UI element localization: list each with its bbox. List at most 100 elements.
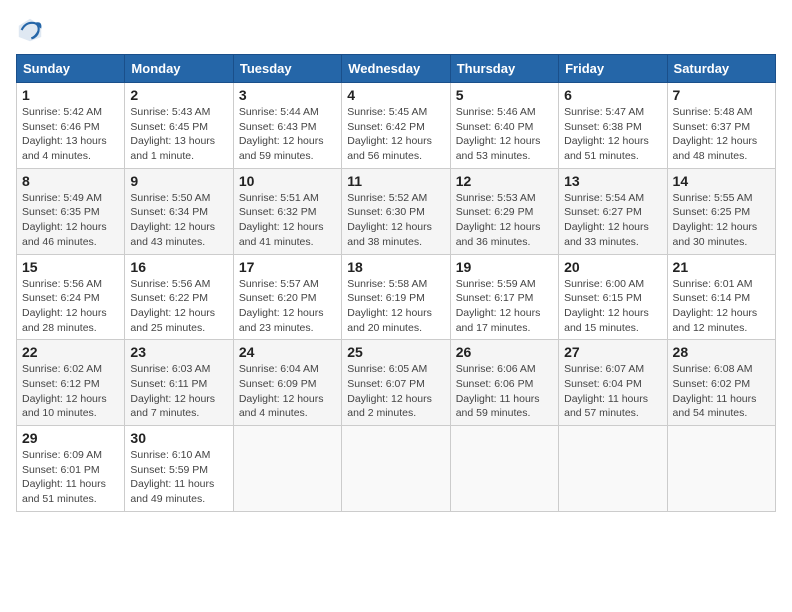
calendar-cell (342, 426, 450, 512)
calendar-table: SundayMondayTuesdayWednesdayThursdayFrid… (16, 54, 776, 512)
day-number: 23 (130, 344, 227, 360)
calendar-cell: 24Sunrise: 6:04 AM Sunset: 6:09 PM Dayli… (233, 340, 341, 426)
day-number: 12 (456, 173, 553, 189)
day-number: 4 (347, 87, 444, 103)
logo (16, 16, 48, 44)
calendar-cell: 11 Sunrise: 5:52 AM Sunset: 6:30 PM Dayli… (342, 168, 450, 254)
day-detail: Sunrise: 5:52 AM Sunset: 6:30 PM Dayligh… (347, 191, 444, 250)
day-number: 5 (456, 87, 553, 103)
day-number: 6 (564, 87, 661, 103)
day-number: 3 (239, 87, 336, 103)
day-number: 11 (347, 173, 444, 189)
calendar-cell: 25 Sunrise: 6:05 AM Sunset: 6:07 PM Dayli… (342, 340, 450, 426)
day-number: 8 (22, 173, 119, 189)
day-detail: Sunrise: 5:56 AM Sunset: 6:24 PM Dayligh… (22, 277, 119, 336)
calendar-cell: 14Sunrise: 5:55 AM Sunset: 6:25 PM Dayli… (667, 168, 775, 254)
day-number: 10 (239, 173, 336, 189)
calendar-cell: 1 Sunrise: 5:42 AM Sunset: 6:46 PM Daylig… (17, 83, 125, 169)
day-number: 14 (673, 173, 770, 189)
day-number: 25 (347, 344, 444, 360)
day-number: 7 (673, 87, 770, 103)
column-header-saturday: Saturday (667, 55, 775, 83)
calendar-week-4: 22 Sunrise: 6:02 AM Sunset: 6:12 PM Dayli… (17, 340, 776, 426)
day-detail: Sunrise: 5:43 AM Sunset: 6:45 PM Dayligh… (130, 105, 227, 164)
day-number: 27 (564, 344, 661, 360)
logo-icon (16, 16, 44, 44)
day-detail: Sunrise: 5:42 AM Sunset: 6:46 PM Dayligh… (22, 105, 119, 164)
day-detail: Sunrise: 6:02 AM Sunset: 6:12 PM Dayligh… (22, 362, 119, 421)
day-detail: Sunrise: 6:03 AM Sunset: 6:11 PM Dayligh… (130, 362, 227, 421)
day-detail: Sunrise: 6:06 AM Sunset: 6:06 PM Dayligh… (456, 362, 553, 421)
day-detail: Sunrise: 6:07 AM Sunset: 6:04 PM Dayligh… (564, 362, 661, 421)
calendar-cell: 18 Sunrise: 5:58 AM Sunset: 6:19 PM Dayli… (342, 254, 450, 340)
calendar-cell: 19 Sunrise: 5:59 AM Sunset: 6:17 PM Dayli… (450, 254, 558, 340)
column-header-thursday: Thursday (450, 55, 558, 83)
calendar-week-5: 29 Sunrise: 6:09 AM Sunset: 6:01 PM Dayli… (17, 426, 776, 512)
day-detail: Sunrise: 6:09 AM Sunset: 6:01 PM Dayligh… (22, 448, 119, 507)
day-detail: Sunrise: 5:59 AM Sunset: 6:17 PM Dayligh… (456, 277, 553, 336)
day-detail: Sunrise: 5:58 AM Sunset: 6:19 PM Dayligh… (347, 277, 444, 336)
day-detail: Sunrise: 5:54 AM Sunset: 6:27 PM Dayligh… (564, 191, 661, 250)
calendar-cell (667, 426, 775, 512)
calendar-cell: 30 Sunrise: 6:10 AM Sunset: 5:59 PM Dayli… (125, 426, 233, 512)
column-header-tuesday: Tuesday (233, 55, 341, 83)
day-number: 26 (456, 344, 553, 360)
calendar-cell: 9Sunrise: 5:50 AM Sunset: 6:34 PM Daylig… (125, 168, 233, 254)
day-detail: Sunrise: 6:10 AM Sunset: 5:59 PM Dayligh… (130, 448, 227, 507)
column-header-friday: Friday (559, 55, 667, 83)
calendar-week-2: 8Sunrise: 5:49 AM Sunset: 6:35 PM Daylig… (17, 168, 776, 254)
day-number: 22 (22, 344, 119, 360)
day-detail: Sunrise: 6:08 AM Sunset: 6:02 PM Dayligh… (673, 362, 770, 421)
day-detail: Sunrise: 5:48 AM Sunset: 6:37 PM Dayligh… (673, 105, 770, 164)
day-detail: Sunrise: 5:47 AM Sunset: 6:38 PM Dayligh… (564, 105, 661, 164)
day-detail: Sunrise: 5:46 AM Sunset: 6:40 PM Dayligh… (456, 105, 553, 164)
day-detail: Sunrise: 5:53 AM Sunset: 6:29 PM Dayligh… (456, 191, 553, 250)
day-number: 30 (130, 430, 227, 446)
calendar-cell: 27 Sunrise: 6:07 AM Sunset: 6:04 PM Dayli… (559, 340, 667, 426)
calendar-cell (559, 426, 667, 512)
day-detail: Sunrise: 6:00 AM Sunset: 6:15 PM Dayligh… (564, 277, 661, 336)
calendar-cell: 28 Sunrise: 6:08 AM Sunset: 6:02 PM Dayli… (667, 340, 775, 426)
day-detail: Sunrise: 5:57 AM Sunset: 6:20 PM Dayligh… (239, 277, 336, 336)
calendar-cell: 3 Sunrise: 5:44 AM Sunset: 6:43 PM Daylig… (233, 83, 341, 169)
calendar-cell: 21 Sunrise: 6:01 AM Sunset: 6:14 PM Dayli… (667, 254, 775, 340)
day-number: 17 (239, 259, 336, 275)
day-number: 29 (22, 430, 119, 446)
calendar-header-row: SundayMondayTuesdayWednesdayThursdayFrid… (17, 55, 776, 83)
calendar-cell (233, 426, 341, 512)
calendar-cell: 13Sunrise: 5:54 AM Sunset: 6:27 PM Dayli… (559, 168, 667, 254)
calendar-cell (450, 426, 558, 512)
page-header (16, 16, 776, 44)
day-detail: Sunrise: 5:44 AM Sunset: 6:43 PM Dayligh… (239, 105, 336, 164)
calendar-cell: 23 Sunrise: 6:03 AM Sunset: 6:11 PM Dayli… (125, 340, 233, 426)
day-detail: Sunrise: 5:51 AM Sunset: 6:32 PM Dayligh… (239, 191, 336, 250)
day-number: 16 (130, 259, 227, 275)
day-number: 2 (130, 87, 227, 103)
calendar-week-1: 1 Sunrise: 5:42 AM Sunset: 6:46 PM Daylig… (17, 83, 776, 169)
calendar-cell: 10 Sunrise: 5:51 AM Sunset: 6:32 PM Dayli… (233, 168, 341, 254)
calendar-cell: 7 Sunrise: 5:48 AM Sunset: 6:37 PM Daylig… (667, 83, 775, 169)
day-number: 21 (673, 259, 770, 275)
day-number: 18 (347, 259, 444, 275)
calendar-cell: 8Sunrise: 5:49 AM Sunset: 6:35 PM Daylig… (17, 168, 125, 254)
column-header-wednesday: Wednesday (342, 55, 450, 83)
calendar-cell: 4 Sunrise: 5:45 AM Sunset: 6:42 PM Daylig… (342, 83, 450, 169)
day-detail: Sunrise: 6:01 AM Sunset: 6:14 PM Dayligh… (673, 277, 770, 336)
day-number: 19 (456, 259, 553, 275)
day-number: 28 (673, 344, 770, 360)
day-number: 9 (130, 173, 227, 189)
calendar-cell: 20 Sunrise: 6:00 AM Sunset: 6:15 PM Dayli… (559, 254, 667, 340)
calendar-cell: 12 Sunrise: 5:53 AM Sunset: 6:29 PM Dayli… (450, 168, 558, 254)
calendar-week-3: 15Sunrise: 5:56 AM Sunset: 6:24 PM Dayli… (17, 254, 776, 340)
day-detail: Sunrise: 6:05 AM Sunset: 6:07 PM Dayligh… (347, 362, 444, 421)
day-number: 1 (22, 87, 119, 103)
calendar-cell: 22 Sunrise: 6:02 AM Sunset: 6:12 PM Dayli… (17, 340, 125, 426)
calendar-body: 1 Sunrise: 5:42 AM Sunset: 6:46 PM Daylig… (17, 83, 776, 512)
column-header-sunday: Sunday (17, 55, 125, 83)
calendar-cell: 26 Sunrise: 6:06 AM Sunset: 6:06 PM Dayli… (450, 340, 558, 426)
calendar-cell: 29 Sunrise: 6:09 AM Sunset: 6:01 PM Dayli… (17, 426, 125, 512)
day-detail: Sunrise: 5:45 AM Sunset: 6:42 PM Dayligh… (347, 105, 444, 164)
day-number: 20 (564, 259, 661, 275)
day-number: 24 (239, 344, 336, 360)
calendar-cell: 6 Sunrise: 5:47 AM Sunset: 6:38 PM Daylig… (559, 83, 667, 169)
